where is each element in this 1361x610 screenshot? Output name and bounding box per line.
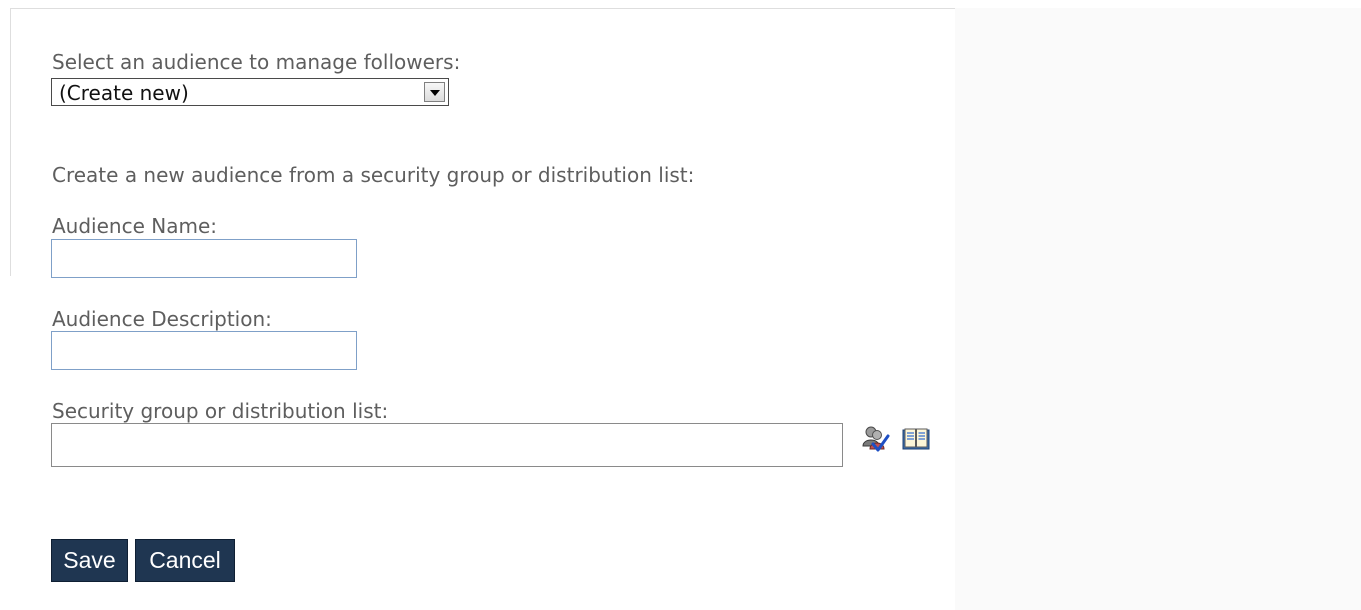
audience-name-label: Audience Name: <box>52 214 217 238</box>
chevron-down-icon[interactable] <box>424 82 445 102</box>
create-audience-heading: Create a new audience from a security gr… <box>52 163 695 187</box>
left-divider <box>10 8 11 276</box>
audience-select-label: Select an audience to manage followers: <box>52 50 461 74</box>
security-group-label: Security group or distribution list: <box>52 399 389 423</box>
address-book-icon[interactable] <box>901 424 931 454</box>
audience-description-label: Audience Description: <box>52 307 272 331</box>
right-panel <box>955 8 1361 610</box>
save-button[interactable]: Save <box>51 539 128 582</box>
security-group-input[interactable] <box>51 423 843 467</box>
audience-select[interactable]: (Create new) <box>51 78 449 106</box>
audience-description-input[interactable] <box>51 331 357 370</box>
audience-name-input[interactable] <box>51 239 357 278</box>
check-names-icon[interactable] <box>860 424 890 454</box>
top-divider <box>10 8 955 9</box>
audience-select-value: (Create new) <box>59 81 189 105</box>
cancel-button[interactable]: Cancel <box>135 539 235 582</box>
